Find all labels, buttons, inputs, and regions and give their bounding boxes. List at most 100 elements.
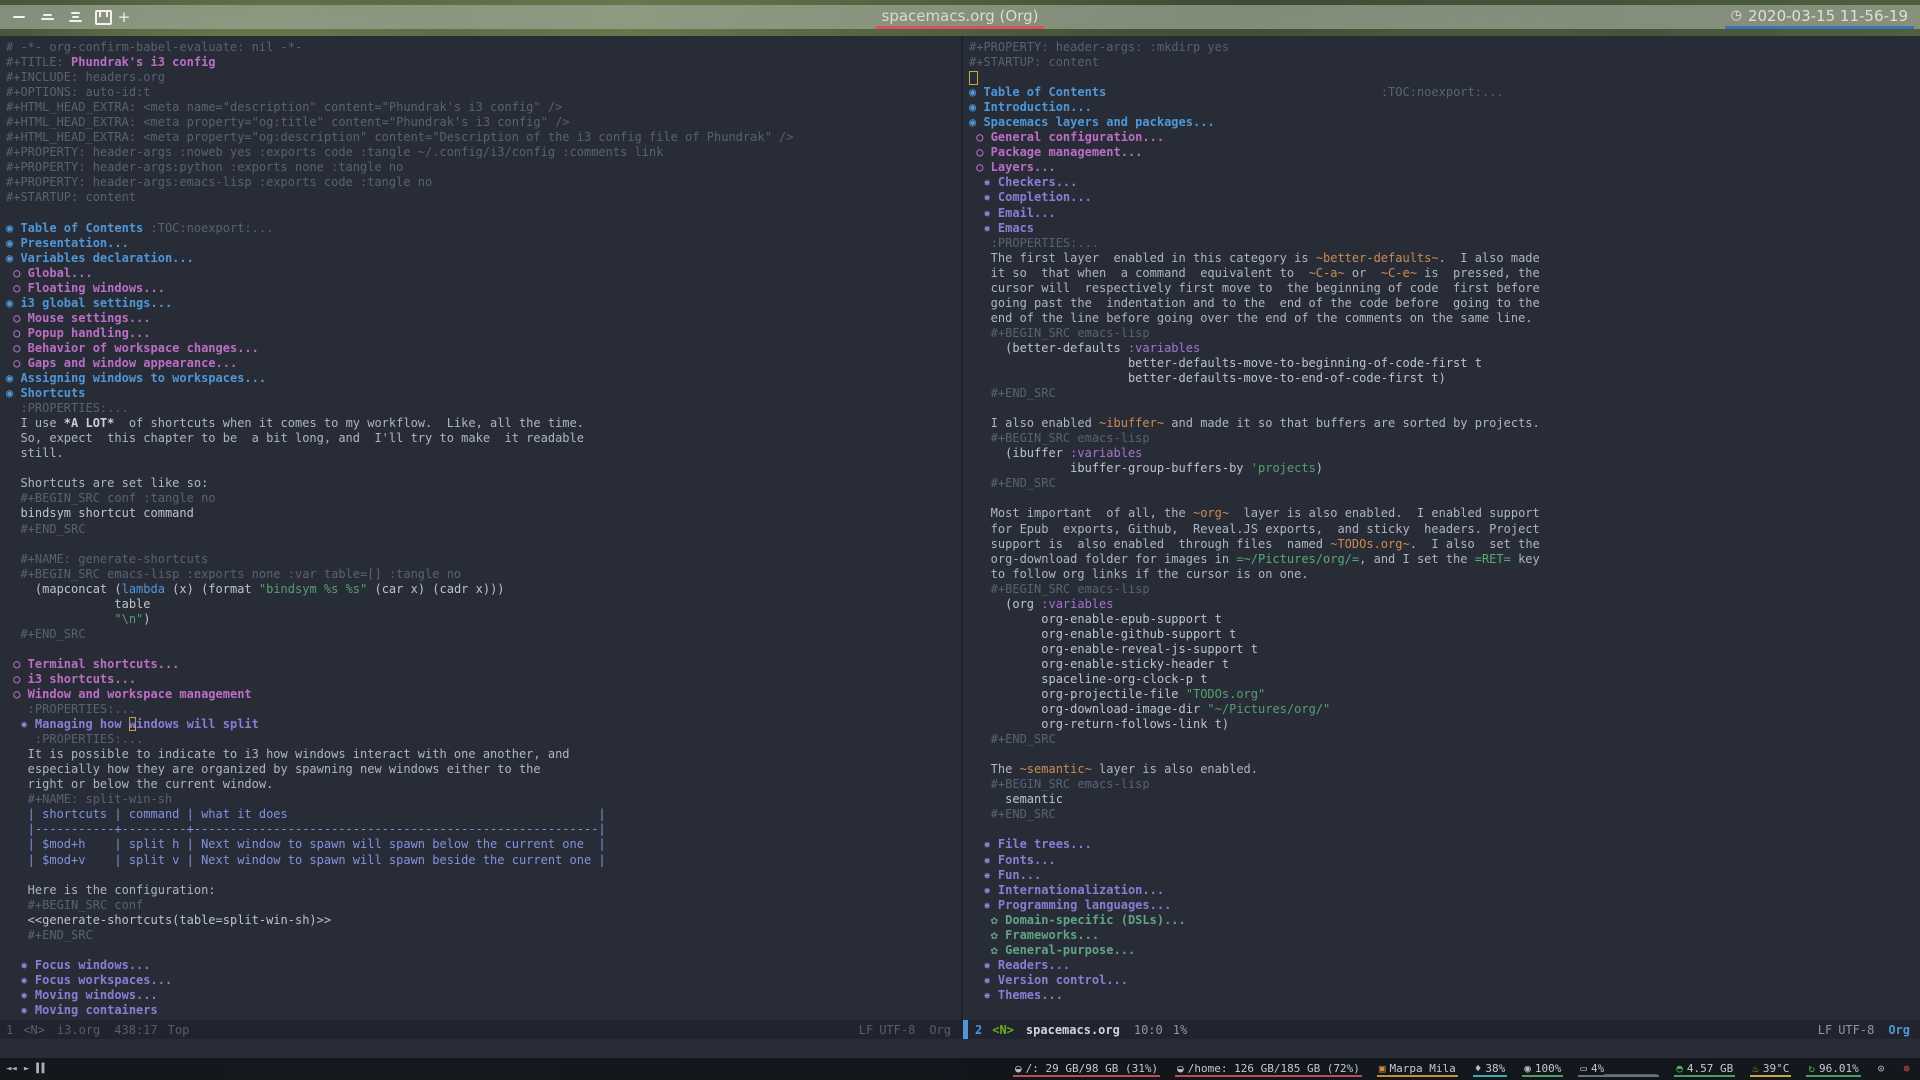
buffer-line: ○ Window and workspace management (6, 687, 961, 702)
text-segment: #+END_SRC (6, 626, 86, 641)
text-segment: :PROPERTIES:... (6, 732, 144, 747)
home-disk-status: ◒/home: 126 GB/185 GB (72%) (1175, 1062, 1362, 1077)
buffer-line: ✸ Themes... (969, 988, 1920, 1003)
workspace-1-icon (13, 16, 25, 18)
left-buffer-content[interactable]: # -*- org-confirm-babel-evaluate: nil -*… (0, 36, 961, 1020)
text-segment: ✸ Email... (969, 205, 1056, 220)
text-segment: | $mod+v | split v | Next window to spaw… (6, 852, 606, 867)
text-segment: ✸ Programming languages... (969, 897, 1172, 912)
buffer-line: ○ Gaps and window appearance... (6, 356, 961, 371)
text-segment: ◉ Shortcuts (6, 386, 86, 401)
text-segment: ~ibuffer~ (1099, 416, 1165, 431)
encoding-indicator: UTF-8 (879, 1022, 916, 1037)
text-segment: ◉ Table of Contents (969, 85, 1107, 100)
text-segment: The first layer enabled in this category… (969, 250, 1316, 265)
text-segment: ✸ Fonts... (969, 852, 1056, 867)
text-segment: I also enabled (969, 416, 1100, 431)
buffer-line: it so that when a command equivalent to … (969, 266, 1920, 281)
play-icon[interactable]: ► (24, 1064, 29, 1074)
buffer-line: better-defaults-move-to-beginning-of-cod… (969, 356, 1920, 371)
encoding-indicator: UTF-8 (1838, 1022, 1875, 1037)
workspace-1-button[interactable] (8, 5, 30, 29)
workspace-3-button[interactable] (64, 5, 86, 29)
text-segment: org-enable-github-support t (969, 626, 1237, 641)
buffer-line: Most important of all, the ~org~ layer i… (969, 506, 1920, 521)
focused-window-title: spacemacs.org (Org) (875, 5, 1045, 29)
text-segment: going past the indentation and to the en… (969, 295, 1540, 310)
power-status[interactable]: ⊗ (1901, 1062, 1912, 1077)
text-segment: #+HTML_HEAD_EXTRA: <meta name="descripti… (6, 100, 563, 115)
text-segment: "TODOs.org" (1185, 687, 1266, 702)
text-segment: better-defaults-move-to-beginning-of-cod… (969, 355, 1482, 370)
text-segment: ○ Package management... (969, 145, 1143, 160)
clock-widget[interactable]: ◷ 2020-03-15 11-56-19 (1724, 5, 1914, 29)
text-segment: table (6, 596, 151, 611)
tray-item-text: Marpa Mila (1389, 1061, 1456, 1075)
new-workspace-button[interactable]: + (114, 5, 134, 29)
text-segment: Here is the configuration: (6, 882, 216, 897)
buffer-line: "\n") (6, 612, 961, 627)
buffer-line (6, 537, 961, 552)
tray-item-text: 96.01% (1819, 1061, 1859, 1075)
eye-status[interactable]: ⊙ (1876, 1062, 1887, 1077)
workspace-3-icon (68, 12, 82, 22)
text-segment: I use (6, 416, 64, 431)
text-segment: ✸ Readers... (969, 957, 1071, 972)
buffer-line: #+END_SRC (969, 807, 1920, 822)
buffer-line: ✸ File trees... (969, 837, 1920, 852)
right-buffer-content[interactable]: #+PROPERTY: header-args: :mkdirp yes #+ST… (963, 36, 1920, 1020)
text-segment: ◉ Presentation... (6, 235, 129, 250)
workspace-4-button[interactable] (92, 5, 114, 29)
text-segment: org-download-image-dir (969, 702, 1208, 717)
buffer-line (969, 822, 1920, 837)
buffer-line: #+PROPERTY: header-args:python :exports … (6, 160, 961, 175)
buffer-line: to follow org links if the cursor is on … (969, 567, 1920, 582)
text-segment: org-enable-sticky-header t (969, 656, 1230, 671)
buffer-line: ◉ Variables declaration... (6, 251, 961, 266)
text-segment: ibuffer-group-buffers-by (969, 461, 1251, 476)
text-segment: ✸ Themes... (969, 987, 1063, 1002)
text-segment: "\n" (114, 611, 144, 626)
buffer-line: I also enabled ~ibuffer~ and made it so … (969, 416, 1920, 431)
buffer-line: #+END_SRC (6, 627, 961, 642)
text-segment: :PROPERTIES:... (6, 702, 137, 717)
window-title-text: spacemacs.org (Org) (881, 6, 1039, 25)
text-segment: key (1510, 551, 1540, 566)
buffer-line: #+END_SRC (969, 386, 1920, 401)
text-segment: Shortcuts are set like so: (6, 476, 209, 491)
workspace-2-button[interactable] (36, 5, 58, 29)
buffer-line: #+BEGIN_SRC conf (6, 898, 961, 913)
evil-state-badge: <N> (992, 1022, 1014, 1037)
previous-icon[interactable]: ◄◄ (6, 1064, 17, 1074)
left-window-i3-org: # -*- org-confirm-babel-evaluate: nil -*… (0, 36, 961, 1039)
text-segment: #+BEGIN_SRC emacs-lisp (969, 581, 1150, 596)
buffer-line: #+PROPERTY: header-args: :mkdirp yes (969, 40, 1920, 55)
buffer-line: Here is the configuration: (6, 883, 961, 898)
buffer-line: ✸ Fun... (969, 868, 1920, 883)
echo-area[interactable] (0, 1039, 1920, 1058)
text-segment: ○ Window and workspace management (6, 687, 252, 702)
buffer-line: I use *A LOT* of shortcuts when it comes… (6, 416, 961, 431)
text-segment: org-download folder for images in (969, 551, 1237, 566)
buffer-line: org-enable-sticky-header t (969, 657, 1920, 672)
buffer-line: ✸ Version control... (969, 973, 1920, 988)
buffer-line (6, 943, 961, 958)
text-segment: "bindsym %s %s" (258, 581, 368, 596)
pause-icon[interactable]: ▌▌ (36, 1064, 47, 1074)
text-segment: <<generate-shortcuts(table=split-win-sh)… (6, 912, 332, 927)
text-segment: ~TODOs.org~ (1330, 536, 1410, 551)
text-segment: =RET= (1474, 551, 1511, 566)
buffer-line: #+STARTUP: content (6, 190, 961, 205)
text-segment: (better-defaults (969, 340, 1128, 355)
volume-status: ◉ 100% (1522, 1062, 1564, 1077)
buffer-line: semantic (969, 792, 1920, 807)
buffer-line: | $mod+h | split h | Next window to spaw… (6, 837, 961, 852)
buffer-line: ✸ Readers... (969, 958, 1920, 973)
datetime-text: 2020-03-15 11-56-19 (1747, 6, 1908, 25)
text-segment: ✸ Internationalization... (969, 882, 1165, 897)
buffer-line: ◉ Introduction... (969, 100, 1920, 115)
buffer-line: ○ i3 shortcuts... (6, 672, 961, 687)
buffer-line: #+TITLE: Phundrak's i3 config (6, 55, 961, 70)
right-modeline: 2 <N> spacemacs.org 10:0 1% LF UTF-8 Org (963, 1020, 1920, 1039)
buffer-line: ◉ Table of Contents :TOC:noexport:... (6, 221, 961, 236)
